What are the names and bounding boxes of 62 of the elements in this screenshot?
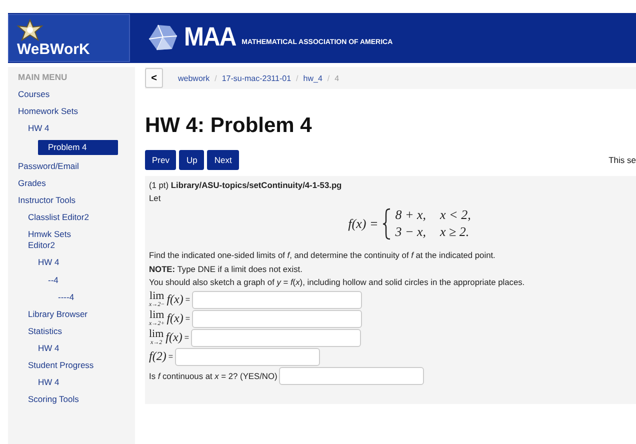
nav-button[interactable]: Up <box>179 150 204 170</box>
answer-field[interactable] <box>191 328 361 346</box>
nav-button[interactable]: Next <box>207 150 239 170</box>
value-expression: f(2) <box>149 349 166 364</box>
case-expression: 3 − x, <box>395 224 426 240</box>
sidebar-item[interactable]: HW 4 <box>38 257 108 269</box>
answer-field[interactable] <box>279 366 424 384</box>
webwork-logo[interactable]: WeBWorK <box>8 14 130 62</box>
problem-path: Library/ASU-topics/setContinuity/4-1-53.pg <box>170 180 342 190</box>
intro-text: Let <box>149 193 162 203</box>
answer-field[interactable] <box>192 290 362 308</box>
sidebar-item[interactable]: ----4 <box>58 292 128 303</box>
sidebar-item[interactable]: Problem 4 <box>38 140 118 156</box>
sidebar-item[interactable]: HW 4 <box>38 376 108 388</box>
breadcrumb-link[interactable]: webwork <box>178 74 210 82</box>
case-expression: 8 + x, <box>395 207 426 223</box>
case-condition: x ≥ 2. <box>440 224 470 240</box>
sidebar-item[interactable]: Classlist Editor2 <box>28 212 98 224</box>
side-note: This se <box>608 155 636 165</box>
case-condition: x < 2, <box>440 207 471 223</box>
sidebar-item[interactable]: Scoring Tools <box>28 394 98 405</box>
sidebar-item[interactable]: Hmwk Sets Editor2 <box>28 229 98 252</box>
star-logo-icon <box>17 18 43 40</box>
page-title: HW 4: Problem 4 <box>145 114 313 138</box>
limit-expression: f(x) <box>166 292 184 307</box>
brace-icon <box>382 208 392 240</box>
instruction-text: You should also sketch a graph of y = f(x), including hollow and solid circles in the appropriate places. <box>149 277 526 288</box>
equals-sign: = <box>185 314 190 323</box>
sidebar-item[interactable]: --4 <box>48 274 118 286</box>
limit-expression: f(x) <box>166 330 182 345</box>
instruction-text: NOTE: Type DNE if a limit does not exist. <box>149 264 304 274</box>
breadcrumb-link[interactable]: hw_4 <box>303 74 322 82</box>
limit-expression: f(x) <box>166 311 184 326</box>
logo-text: WeBWorK <box>17 40 91 58</box>
breadcrumb-separator: / <box>214 74 217 82</box>
polyhedron-logo-icon <box>148 24 178 52</box>
equals-sign: = <box>185 295 190 304</box>
sidebar-item[interactable]: HW 4 <box>38 342 108 354</box>
function-lhs: f(x) = <box>348 216 378 232</box>
sidebar-heading: MAIN MENU <box>18 72 68 82</box>
answer-field[interactable] <box>192 310 362 328</box>
instruction-text: Find the indicated one-sided limits of f, and determine the continuity of f at the indicated point. <box>149 250 496 260</box>
question-text: Is f continuous at x = 2? (YES/NO) <box>149 370 278 380</box>
answer-field[interactable] <box>175 348 320 366</box>
breadcrumb-separator: / <box>327 74 330 82</box>
sidebar-item[interactable]: Library Browser <box>28 308 98 320</box>
sidebar-item[interactable]: Homework Sets <box>18 106 88 118</box>
sidebar-item[interactable]: Instructor Tools <box>18 195 88 206</box>
sidebar-item[interactable]: Courses <box>18 89 88 100</box>
equals-sign: = <box>184 333 189 342</box>
sidebar-item[interactable]: Grades <box>18 178 88 190</box>
equals-sign: = <box>168 352 173 361</box>
sidebar-item[interactable]: Student Progress <box>28 360 98 371</box>
breadcrumb-link[interactable]: 17-su-mac-2311-01 <box>222 74 292 82</box>
sidebar-item[interactable]: Password/Email <box>18 161 88 172</box>
points-label: (1 pt) <box>149 180 169 190</box>
sidebar-item[interactable]: Statistics <box>28 326 98 337</box>
back-button[interactable]: < <box>145 68 163 88</box>
nav-button[interactable]: Prev <box>145 150 176 170</box>
brand-name: MAA <box>184 22 236 54</box>
breadcrumb-separator: / <box>296 74 298 82</box>
sidebar-item[interactable]: HW 4 <box>28 123 98 134</box>
